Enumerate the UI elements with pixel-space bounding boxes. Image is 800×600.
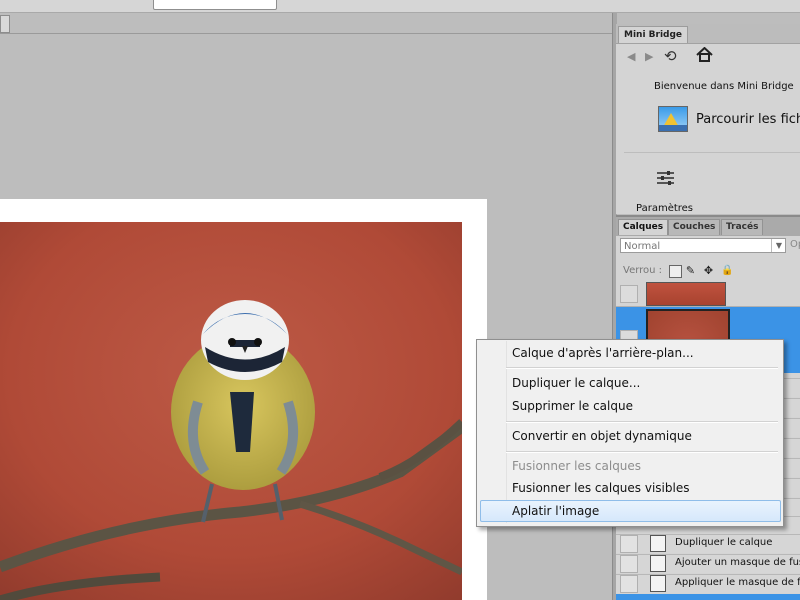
tab-paths[interactable]: Tracés	[721, 219, 764, 235]
browse-files-link[interactable]: Parcourir les fichie	[696, 112, 800, 127]
options-field[interactable]	[153, 0, 277, 10]
mini-bridge-welcome: Bienvenue dans Mini Bridge	[654, 81, 794, 92]
document-icon	[650, 555, 666, 572]
lock-label: Verrou :	[623, 265, 663, 276]
menu-separator	[506, 451, 778, 453]
menu-item-merge-visible[interactable]: Fusionner les calques visibles	[512, 481, 689, 495]
history-checkbox[interactable]	[620, 555, 638, 573]
opacity-label: Op	[790, 239, 800, 250]
settings-label[interactable]: Paramètres	[636, 203, 693, 214]
chevron-down-icon[interactable]: ▼	[771, 239, 786, 252]
menu-separator	[506, 367, 778, 369]
triangle-left-icon[interactable]: ◀	[627, 50, 635, 63]
menu-item-layer-from-background[interactable]: Calque d'après l'arrière-plan...	[512, 346, 694, 360]
bird-photo-image	[0, 222, 462, 600]
triangle-right-icon[interactable]: ▶	[645, 50, 653, 63]
blend-mode-select[interactable]: Normal	[620, 238, 786, 253]
document-tab[interactable]	[0, 15, 10, 33]
menu-item-convert-smart-object[interactable]: Convertir en objet dynamique	[512, 429, 692, 443]
lock-icon[interactable]: 🔒	[721, 265, 733, 276]
history-item-label: Ajouter un masque de fusio	[675, 557, 800, 568]
menu-item-flatten-image[interactable]: Aplatir l'image	[512, 504, 599, 518]
document-icon	[650, 575, 666, 592]
home-icon[interactable]	[696, 46, 713, 65]
history-row-selected[interactable]	[616, 594, 800, 600]
move-icon[interactable]: ✥	[703, 265, 714, 276]
lock-transparency-icon[interactable]	[669, 265, 682, 278]
menu-icon-gutter	[479, 341, 507, 523]
options-bar	[0, 0, 800, 13]
photo-blue-tit	[0, 222, 462, 600]
menu-item-merge-layers: Fusionner les calques	[512, 459, 642, 473]
document-tab-bar	[0, 13, 612, 34]
layers-tabbar: Calques Couches Tracés	[616, 215, 800, 236]
layer-thumbnail	[646, 282, 726, 306]
document-icon	[650, 535, 666, 552]
history-checkbox[interactable]	[620, 575, 638, 593]
history-item-label: Dupliquer le calque	[675, 537, 773, 548]
sliders-icon[interactable]	[657, 171, 674, 188]
tab-mini-bridge[interactable]: Mini Bridge	[618, 26, 689, 43]
brush-icon[interactable]: ✎	[685, 265, 696, 276]
menu-separator	[506, 421, 778, 423]
tab-layers[interactable]: Calques	[618, 219, 669, 235]
tab-channels[interactable]: Couches	[668, 219, 721, 235]
visibility-toggle[interactable]	[620, 285, 638, 303]
history-item-label: Appliquer le masque de fusi	[675, 577, 800, 588]
sync-icon[interactable]: ⟲	[664, 47, 677, 65]
mini-bridge-separator	[624, 152, 800, 153]
browse-files-icon[interactable]	[658, 106, 688, 132]
menu-item-delete-layer[interactable]: Supprimer le calque	[512, 399, 633, 413]
mini-bridge-tabbar: Mini Bridge	[616, 24, 800, 44]
history-checkbox[interactable]	[620, 535, 638, 553]
menu-item-duplicate-layer[interactable]: Dupliquer le calque...	[512, 376, 640, 390]
